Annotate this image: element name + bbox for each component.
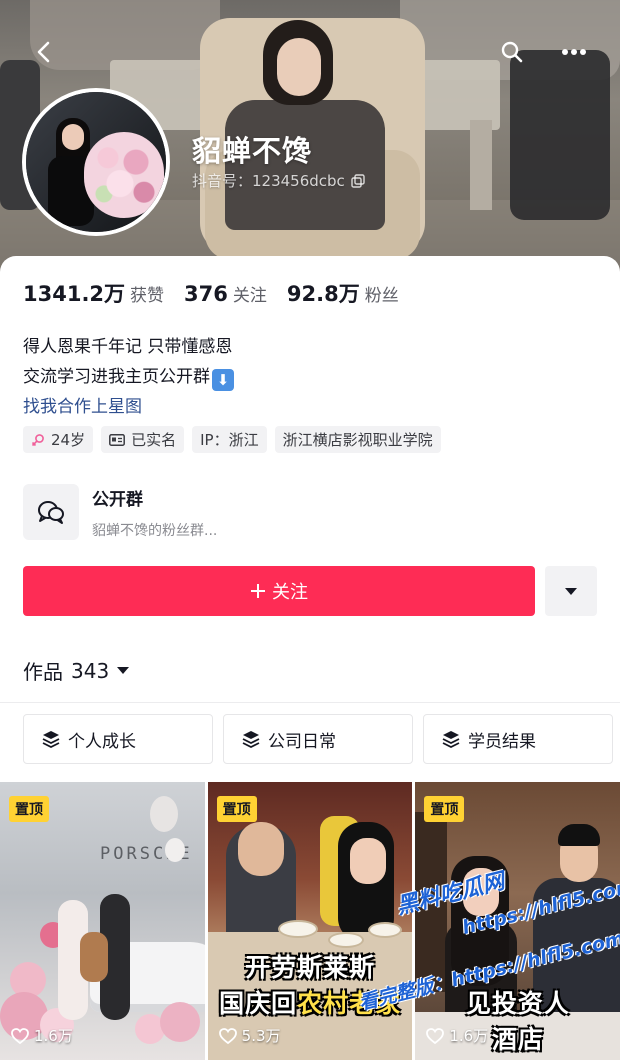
- video-thumbnail[interactable]: 置顶 开劳斯莱斯 国庆回农村老家 5.3万: [207, 782, 413, 1060]
- tag-school[interactable]: 浙江横店影视职业学院: [274, 426, 441, 453]
- stat-value: 92.8万: [286, 282, 360, 306]
- divider: [0, 702, 620, 703]
- likes-count: 1.6万: [34, 1027, 73, 1045]
- video-thumbnail[interactable]: PORSCHE 置顶 1.6万: [0, 782, 205, 1060]
- collection-company-daily[interactable]: 公司日常: [223, 714, 413, 764]
- nickname: 貂蝉不馋: [192, 134, 313, 168]
- search-button[interactable]: [494, 34, 530, 70]
- recommend-dropdown-button[interactable]: [545, 566, 597, 616]
- pinned-badge: 置顶: [424, 796, 465, 822]
- tag-ip: IP：浙江: [192, 426, 267, 453]
- caret-down-icon: [117, 666, 130, 674]
- heart-outline-icon: [426, 1027, 445, 1044]
- back-button[interactable]: [26, 34, 62, 70]
- stat-following[interactable]: 376 关注: [184, 281, 267, 306]
- video-caption-line-1: 开劳斯莱斯: [245, 953, 376, 982]
- video-cover-image: PORSCHE: [0, 782, 205, 1060]
- tag-verified: 已实名: [101, 426, 185, 453]
- follow-button[interactable]: 关注: [23, 566, 535, 616]
- works-label: 作品: [23, 660, 63, 684]
- layers-icon: [42, 731, 60, 748]
- layers-icon: [442, 731, 460, 748]
- pinned-badge: 置顶: [216, 796, 257, 822]
- profile-cover: 貂蝉不馋 抖音号：123456dcbc: [0, 0, 620, 285]
- pinned-badge: 置顶: [9, 796, 49, 822]
- group-subtitle: 貂蝉不馋的粉丝群...: [92, 522, 218, 539]
- stat-likes[interactable]: 1341.2万 获赞: [23, 278, 164, 308]
- douyin-id-text: 抖音号：123456dcbc: [192, 172, 345, 190]
- more-options-button[interactable]: [556, 34, 592, 70]
- works-tab[interactable]: 作品 343: [23, 656, 130, 685]
- collection-label: 公司日常: [268, 731, 336, 752]
- stat-followers[interactable]: 92.8万 粉丝: [287, 278, 399, 308]
- search-icon: [501, 41, 523, 63]
- profile-tags: 24岁 已实名 IP：浙江 浙江横店影视职业学院: [23, 426, 441, 453]
- video-likes: 1.6万: [426, 1025, 488, 1046]
- collection-student-results[interactable]: 学员结果: [423, 714, 613, 764]
- chevron-left-icon: [37, 41, 50, 63]
- copy-icon[interactable]: [351, 173, 365, 188]
- female-icon: [31, 433, 44, 446]
- collection-label: 个人成长: [68, 731, 136, 752]
- video-likes: 5.3万: [218, 1025, 281, 1046]
- stats-row: 1341.2万 获赞 376 关注 92.8万 粉丝: [23, 278, 419, 308]
- heart-outline-icon: [11, 1027, 29, 1044]
- collection-label: 学员结果: [468, 731, 536, 752]
- layers-icon: [242, 731, 260, 748]
- tag-verified-text: 已实名: [131, 431, 177, 449]
- bio-line-2: 交流学习进我主页公开群 ⬇: [23, 362, 234, 392]
- plus-icon: [251, 584, 265, 598]
- works-count: 343: [71, 658, 110, 683]
- likes-count: 5.3万: [241, 1027, 281, 1045]
- video-caption-part: 国庆回: [219, 989, 298, 1018]
- video-likes: 1.6万: [11, 1025, 73, 1046]
- tag-age-text: 24岁: [51, 431, 86, 449]
- bio: 得人恩果千年记 只带懂感恩 交流学习进我主页公开群 ⬇: [23, 332, 234, 392]
- heart-outline-icon: [218, 1027, 237, 1044]
- bio-line-2-text: 交流学习进我主页公开群: [23, 367, 210, 387]
- id-card-icon: [109, 433, 126, 446]
- stat-value: 376: [184, 282, 228, 306]
- avatar[interactable]: [22, 88, 170, 236]
- collection-personal-growth[interactable]: 个人成长: [23, 714, 213, 764]
- stat-value: 1341.2万: [23, 282, 126, 306]
- stat-label: 粉丝: [364, 286, 399, 306]
- stat-label: 关注: [232, 286, 267, 306]
- caret-down-icon: [565, 587, 577, 595]
- follow-label: 关注: [272, 582, 308, 603]
- group-title: 公开群: [92, 489, 143, 510]
- star-map-link[interactable]: 找我合作上星图: [23, 392, 142, 417]
- bio-line-1: 得人恩果千年记 只带懂感恩: [23, 337, 233, 357]
- down-arrow-emoji-icon: ⬇: [212, 369, 234, 391]
- stat-label: 获赞: [130, 286, 165, 306]
- likes-count: 1.6万: [449, 1027, 489, 1045]
- collections-row: 个人成长 公司日常 学员结果: [23, 714, 613, 764]
- group-chat-icon: [23, 484, 79, 540]
- fan-group-card[interactable]: 公开群 貂蝉不馋的粉丝群...: [23, 482, 603, 542]
- more-dots-icon: [562, 49, 586, 55]
- profile-sheet: 1341.2万 获赞 376 关注 92.8万 粉丝 得人恩果千年记 只带懂感恩…: [0, 256, 620, 1060]
- tag-age: 24岁: [23, 426, 94, 453]
- douyin-id[interactable]: 抖音号：123456dcbc: [192, 170, 365, 191]
